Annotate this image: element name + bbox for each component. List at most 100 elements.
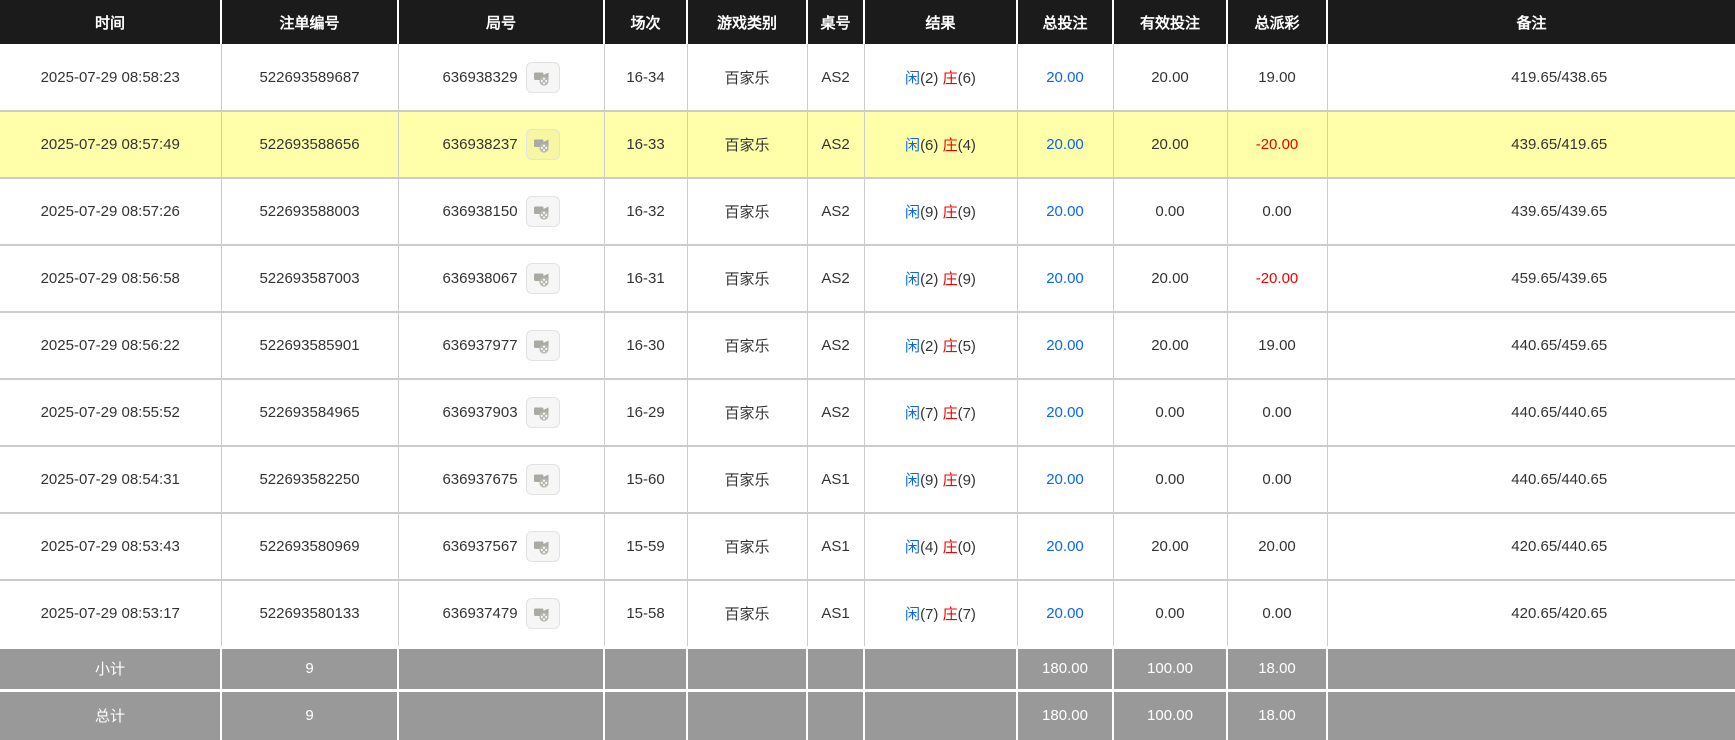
column-header-payout: 总派彩 bbox=[1227, 0, 1328, 44]
table-header: 时间 注单编号 局号 场次 游戏类别 桌号 结果 总投注 有效投注 总派彩 备注 bbox=[0, 0, 1735, 44]
cell-time: 2025-07-29 08:53:43 bbox=[0, 512, 222, 581]
cell-payout: 0.00 bbox=[1226, 378, 1328, 447]
result-player-value: (4) bbox=[920, 539, 939, 556]
cell-payout: 0.00 bbox=[1226, 445, 1328, 514]
column-header-round: 局号 bbox=[398, 0, 605, 44]
cell-remark: 439.65/419.65 bbox=[1326, 110, 1735, 179]
cell-game-type: 百家乐 bbox=[686, 311, 808, 380]
cell-valid-bet: 0.00 bbox=[1112, 445, 1228, 514]
column-header-time: 时间 bbox=[0, 0, 222, 44]
result-player-label: 闲 bbox=[905, 204, 921, 221]
result-player-value: (7) bbox=[920, 605, 939, 623]
cell-session: 16-33 bbox=[603, 110, 688, 179]
table-row[interactable]: 2025-07-29 08:57:49 522693588656 6369382… bbox=[0, 110, 1735, 179]
cell-valid-bet: 0.00 bbox=[1112, 579, 1228, 648]
result-player-label: 闲 bbox=[905, 472, 921, 489]
cell-payout: -20.00 bbox=[1226, 244, 1328, 313]
video-replay-icon bbox=[533, 470, 552, 489]
table-row[interactable]: 2025-07-29 08:54:31 522693582250 6369376… bbox=[0, 445, 1735, 514]
result-banker-label: 庄 bbox=[942, 539, 958, 556]
cell-game-type: 百家乐 bbox=[686, 512, 808, 581]
cell-game-type: 百家乐 bbox=[686, 110, 808, 179]
video-replay-button[interactable] bbox=[525, 129, 560, 160]
result-banker-value: (7) bbox=[957, 605, 976, 623]
result-player-label: 闲 bbox=[905, 605, 921, 623]
column-header-game-type: 游戏类别 bbox=[687, 0, 808, 44]
cell-bet-id: 522693580969 bbox=[220, 512, 399, 581]
video-replay-button[interactable] bbox=[525, 330, 560, 361]
video-replay-icon bbox=[533, 403, 552, 422]
result-banker-value: (9) bbox=[957, 271, 976, 288]
result-banker-value: (0) bbox=[957, 539, 976, 556]
table-row[interactable]: 2025-07-29 08:53:17 522693580133 6369374… bbox=[0, 579, 1735, 648]
cell-session: 16-34 bbox=[603, 44, 688, 112]
result-player-value: (9) bbox=[920, 204, 939, 221]
cell-game-type: 百家乐 bbox=[686, 445, 808, 514]
cell-session: 16-31 bbox=[603, 244, 688, 313]
video-replay-button[interactable] bbox=[525, 196, 560, 227]
cell-session: 15-58 bbox=[603, 579, 688, 648]
subtotal-label: 小计 bbox=[0, 645, 222, 690]
cell-remark: 420.65/440.65 bbox=[1326, 512, 1735, 581]
video-replay-icon bbox=[533, 68, 552, 87]
result-player-value: (2) bbox=[920, 69, 939, 87]
round-number: 636938329 bbox=[442, 68, 518, 86]
subtotal-count: 9 bbox=[221, 645, 399, 690]
table-row[interactable]: 2025-07-29 08:56:58 522693587003 6369380… bbox=[0, 244, 1735, 313]
total-total-bet: 180.00 bbox=[1017, 688, 1114, 740]
cell-remark: 459.65/439.65 bbox=[1326, 244, 1735, 313]
cell-remark: 420.65/420.65 bbox=[1326, 579, 1735, 648]
bet-history-table: 时间 注单编号 局号 场次 游戏类别 桌号 结果 总投注 有效投注 总派彩 备注… bbox=[0, 0, 1735, 740]
cell-total-bet: 20.00 bbox=[1016, 177, 1114, 246]
cell-bet-id: 522693582250 bbox=[220, 445, 399, 514]
table-row[interactable]: 2025-07-29 08:58:23 522693589687 6369383… bbox=[0, 44, 1735, 112]
cell-bet-id: 522693589687 bbox=[220, 44, 399, 112]
video-replay-button[interactable] bbox=[525, 263, 560, 294]
cell-table-number: AS1 bbox=[806, 445, 865, 514]
total-payout: 18.00 bbox=[1227, 688, 1328, 740]
round-number: 636937903 bbox=[442, 404, 518, 421]
round-number: 636938237 bbox=[442, 136, 518, 153]
result-player-value: (7) bbox=[920, 405, 939, 422]
table-footer: 小计 9 180.00 100.00 18.00 总计 9 180.00 100… bbox=[0, 645, 1735, 740]
cell-valid-bet: 20.00 bbox=[1112, 311, 1228, 380]
cell-valid-bet: 20.00 bbox=[1112, 244, 1228, 313]
cell-total-bet: 20.00 bbox=[1016, 244, 1114, 313]
cell-result: 闲(6) 庄(4) bbox=[863, 110, 1018, 179]
video-replay-button[interactable] bbox=[525, 397, 560, 428]
result-player-value: (6) bbox=[920, 137, 939, 154]
video-replay-button[interactable] bbox=[525, 531, 560, 562]
cell-table-number: AS2 bbox=[806, 110, 865, 179]
cell-round: 636937479 bbox=[397, 579, 605, 648]
result-player-label: 闲 bbox=[905, 69, 921, 87]
cell-result: 闲(2) 庄(5) bbox=[863, 311, 1018, 380]
cell-result: 闲(2) 庄(9) bbox=[863, 244, 1018, 313]
cell-time: 2025-07-29 08:53:17 bbox=[0, 579, 222, 648]
cell-valid-bet: 20.00 bbox=[1112, 44, 1228, 112]
video-replay-button[interactable] bbox=[525, 464, 560, 495]
result-player-label: 闲 bbox=[905, 539, 921, 556]
video-replay-button[interactable] bbox=[525, 597, 560, 629]
cell-remark: 439.65/439.65 bbox=[1326, 177, 1735, 246]
cell-time: 2025-07-29 08:54:31 bbox=[0, 445, 222, 514]
result-banker-value: (9) bbox=[957, 204, 976, 221]
cell-round: 636937567 bbox=[397, 512, 605, 581]
video-replay-button[interactable] bbox=[525, 61, 560, 93]
cell-table-number: AS2 bbox=[806, 177, 865, 246]
cell-time: 2025-07-29 08:58:23 bbox=[0, 44, 222, 112]
cell-session: 16-29 bbox=[603, 378, 688, 447]
result-banker-label: 庄 bbox=[942, 405, 958, 422]
cell-remark: 440.65/440.65 bbox=[1326, 445, 1735, 514]
result-banker-label: 庄 bbox=[942, 605, 958, 623]
cell-payout: 0.00 bbox=[1226, 177, 1328, 246]
table-row[interactable]: 2025-07-29 08:56:22 522693585901 6369379… bbox=[0, 311, 1735, 380]
table-row[interactable]: 2025-07-29 08:53:43 522693580969 6369375… bbox=[0, 512, 1735, 581]
result-banker-label: 庄 bbox=[942, 204, 958, 221]
cell-result: 闲(9) 庄(9) bbox=[863, 177, 1018, 246]
table-row[interactable]: 2025-07-29 08:57:26 522693588003 6369381… bbox=[0, 177, 1735, 246]
round-number: 636937479 bbox=[442, 604, 518, 622]
table-row[interactable]: 2025-07-29 08:55:52 522693584965 6369379… bbox=[0, 378, 1735, 447]
column-header-result: 结果 bbox=[864, 0, 1018, 44]
header-row: 时间 注单编号 局号 场次 游戏类别 桌号 结果 总投注 有效投注 总派彩 备注 bbox=[0, 0, 1735, 44]
cell-round: 636937977 bbox=[397, 311, 605, 380]
